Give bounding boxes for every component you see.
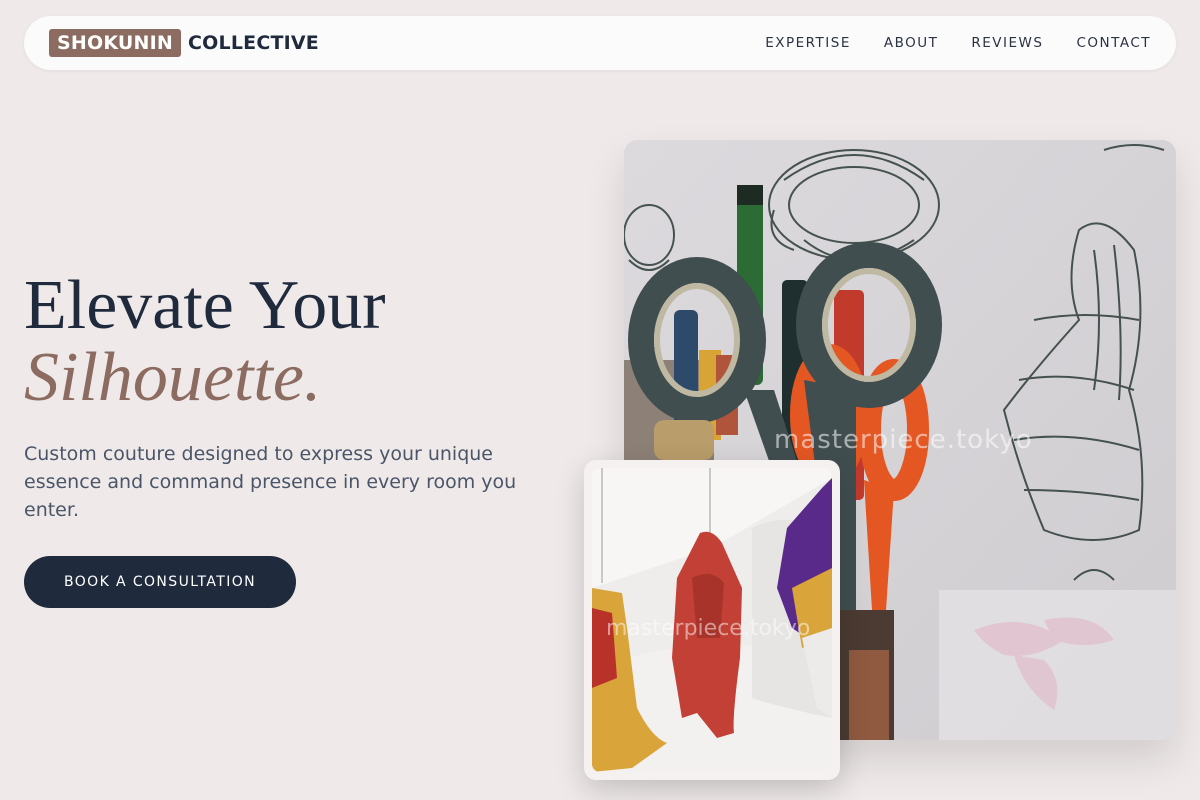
top-navbar: SHOKUNIN COLLECTIVE EXPERTISE ABOUT REVI… (24, 16, 1176, 70)
hero-title-line1: Elevate Your (24, 267, 386, 344)
hero-subtitle: Custom couture designed to express your … (24, 443, 517, 521)
hero-title: Elevate Your Silhouette. (24, 270, 386, 414)
main-nav: EXPERTISE ABOUT REVIEWS CONTACT (732, 35, 1151, 51)
brand-logo[interactable]: SHOKUNIN COLLECTIVE (49, 29, 319, 57)
book-consultation-button[interactable]: BOOK A CONSULTATION (24, 556, 296, 608)
nav-link-reviews[interactable]: REVIEWS (971, 35, 1043, 51)
hero-secondary-image-frame: masterpiece.tokyo (584, 460, 840, 780)
logo-text: COLLECTIVE (188, 32, 319, 54)
hero-secondary-image: masterpiece.tokyo (592, 468, 832, 772)
nav-link-expertise[interactable]: EXPERTISE (765, 35, 851, 51)
hero-title-line2: Silhouette. (24, 339, 322, 416)
logo-highlight: SHOKUNIN (49, 29, 182, 57)
nav-link-contact[interactable]: CONTACT (1076, 35, 1151, 51)
nav-link-about[interactable]: ABOUT (884, 35, 939, 51)
